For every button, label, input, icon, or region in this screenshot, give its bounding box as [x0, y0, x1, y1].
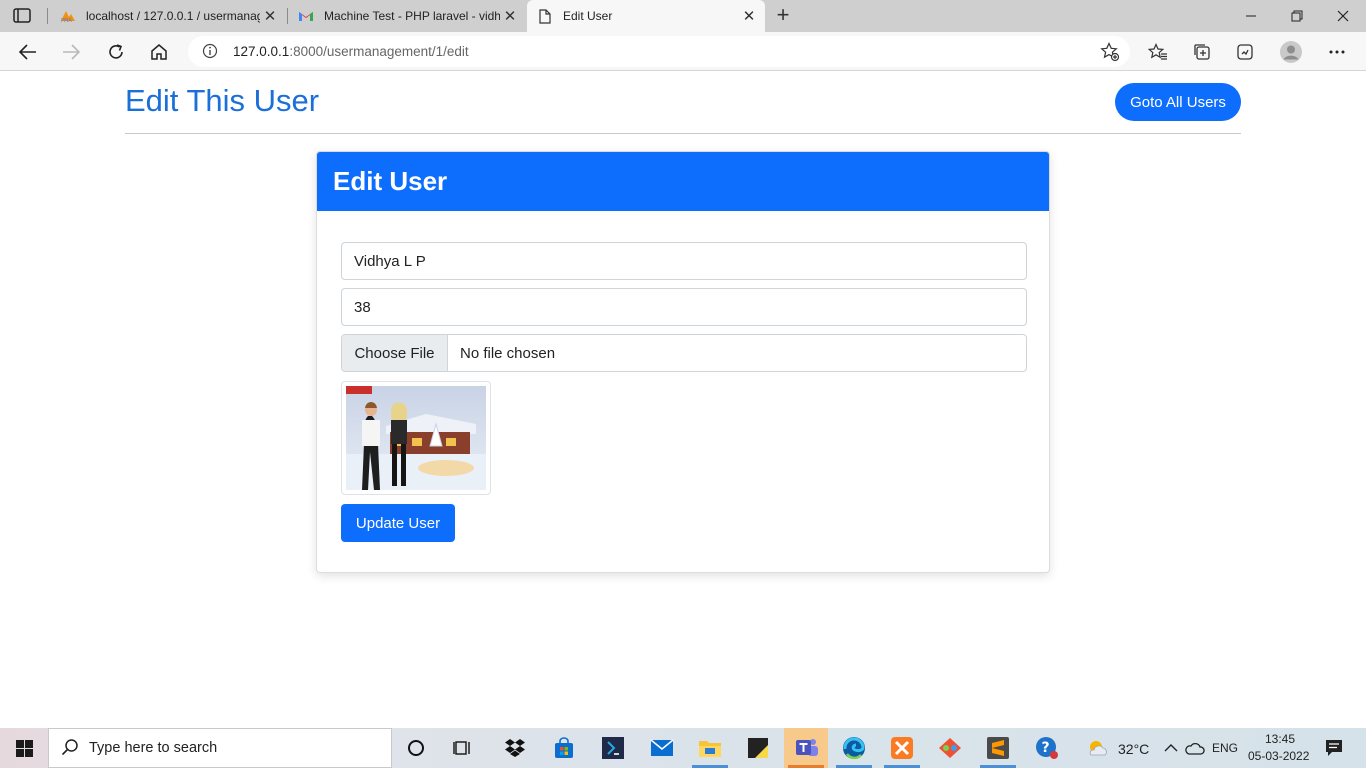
- clock-time[interactable]: 13:45: [1265, 732, 1295, 746]
- divider: [125, 133, 1241, 134]
- teams-icon[interactable]: [792, 734, 820, 762]
- goto-all-users-button[interactable]: Goto All Users: [1115, 83, 1241, 121]
- clock-date[interactable]: 05-03-2022: [1248, 749, 1309, 763]
- gmail-icon: [298, 8, 314, 24]
- edit-user-card: Edit User Vidhya L P 38 Choose File No f…: [316, 151, 1050, 573]
- phpmyadmin-icon: PMA: [60, 8, 76, 24]
- browser-essentials-icon[interactable]: [1232, 39, 1258, 65]
- user-image-thumbnail: [341, 381, 491, 495]
- weather-temperature[interactable]: 32°C: [1118, 741, 1149, 757]
- close-icon[interactable]: ✕: [739, 7, 759, 25]
- profile-avatar-icon[interactable]: [1278, 39, 1304, 65]
- task-view-icon[interactable]: [449, 734, 477, 762]
- tab-title: Edit User: [563, 9, 613, 23]
- close-icon[interactable]: ✕: [260, 7, 280, 25]
- browser-toolbar: 127.0.0.1:8000/usermanagement/1/edit: [0, 32, 1366, 71]
- dropbox-icon[interactable]: [501, 734, 529, 762]
- microsoft-store-icon[interactable]: [550, 734, 578, 762]
- search-icon: [61, 738, 81, 758]
- choose-file-button[interactable]: Choose File: [342, 335, 448, 371]
- file-input[interactable]: Choose File No file chosen: [341, 334, 1027, 372]
- cortana-icon[interactable]: [402, 734, 430, 762]
- edge-icon[interactable]: [840, 734, 868, 762]
- weather-icon[interactable]: [1084, 734, 1112, 762]
- sticky-notes-icon[interactable]: [744, 734, 772, 762]
- update-user-button[interactable]: Update User: [341, 504, 455, 542]
- file-explorer-icon[interactable]: [696, 734, 724, 762]
- card-heading: Edit User: [317, 152, 1049, 211]
- file-status: No file chosen: [460, 344, 556, 362]
- tab-separator: [47, 8, 48, 24]
- forward-icon[interactable]: [58, 39, 84, 65]
- add-favorite-icon[interactable]: [1100, 42, 1120, 62]
- browser-tab-strip: PMA localhost / 127.0.0.1 / usermanag ✕ …: [0, 0, 1366, 32]
- back-icon[interactable]: [15, 39, 41, 65]
- favorites-icon[interactable]: [1145, 39, 1171, 65]
- url-text[interactable]: 127.0.0.1:8000/usermanagement/1/edit: [233, 44, 469, 59]
- tab-phpmyadmin[interactable]: PMA localhost / 127.0.0.1 / usermanag ✕: [50, 0, 286, 32]
- search-placeholder: Type here to search: [89, 740, 218, 756]
- page-icon: [537, 8, 553, 24]
- windows-taskbar: Type here to search ? 32°C ENG 13:45 05-…: [0, 728, 1366, 768]
- address-bar[interactable]: 127.0.0.1:8000/usermanagement/1/edit: [188, 36, 1130, 67]
- url-host: 127.0.0.1: [233, 44, 290, 59]
- help-icon[interactable]: ?: [1033, 734, 1061, 762]
- site-info-icon[interactable]: [202, 43, 218, 59]
- mail-icon[interactable]: [648, 734, 676, 762]
- age-input[interactable]: 38: [341, 288, 1027, 326]
- xampp-icon[interactable]: [888, 734, 916, 762]
- more-options-icon[interactable]: [1324, 39, 1350, 65]
- tab-edit-user[interactable]: Edit User ✕: [527, 0, 765, 32]
- onedrive-cloud-icon[interactable]: [1181, 734, 1209, 762]
- url-path: :8000/usermanagement/1/edit: [289, 44, 469, 59]
- restore-icon[interactable]: [1274, 0, 1320, 32]
- svg-text:PMA: PMA: [61, 18, 72, 23]
- windows-start-icon[interactable]: [0, 728, 48, 768]
- refresh-icon[interactable]: [103, 39, 129, 65]
- collections-icon[interactable]: [1189, 39, 1215, 65]
- tab-gmail[interactable]: Machine Test - PHP laravel - vidh ✕: [288, 0, 526, 32]
- tab-title: Machine Test - PHP laravel - vidh: [324, 9, 500, 23]
- powershell-icon[interactable]: [599, 734, 627, 762]
- git-gui-icon[interactable]: [936, 734, 964, 762]
- notifications-icon[interactable]: [1320, 734, 1348, 762]
- svg-text:?: ?: [1042, 740, 1050, 756]
- input-language[interactable]: ENG: [1212, 741, 1238, 755]
- sublime-text-icon[interactable]: [984, 734, 1012, 762]
- name-input[interactable]: Vidhya L P: [341, 242, 1027, 280]
- close-window-icon[interactable]: [1320, 0, 1366, 32]
- tab-title: localhost / 127.0.0.1 / usermanag: [86, 9, 260, 23]
- home-icon[interactable]: [146, 39, 172, 65]
- page-content: Edit This User Goto All Users Edit User …: [0, 71, 1366, 728]
- new-tab-icon[interactable]: +: [772, 4, 794, 28]
- page-title: Edit This User: [125, 83, 320, 118]
- close-icon[interactable]: ✕: [500, 7, 520, 25]
- tab-actions-icon[interactable]: [12, 7, 34, 25]
- taskbar-search-box[interactable]: Type here to search: [48, 728, 392, 768]
- minimize-icon[interactable]: [1228, 0, 1274, 32]
